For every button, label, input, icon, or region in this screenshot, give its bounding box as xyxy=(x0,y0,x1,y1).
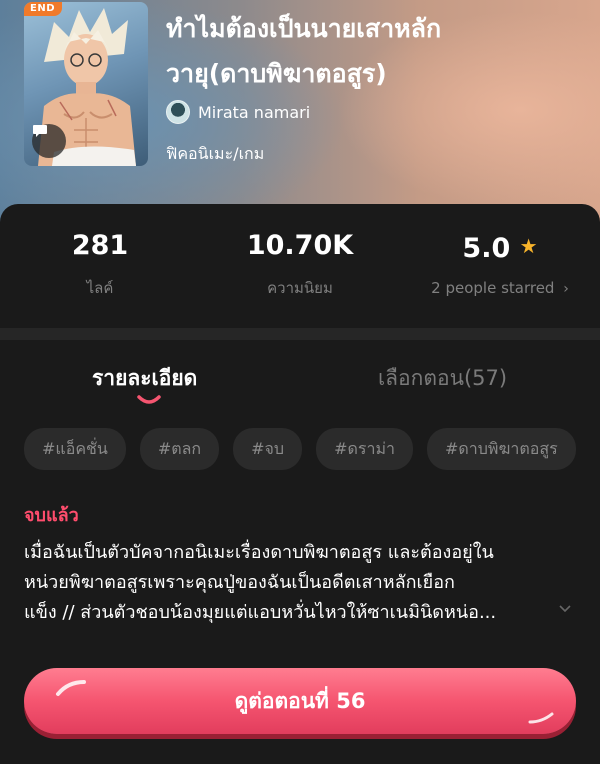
likes-label: ไลค์ xyxy=(86,279,114,297)
chat-icon xyxy=(33,125,47,137)
author-link[interactable]: Mirata namari xyxy=(166,100,310,124)
tag-list: #แอ็คชั่น #ตลก #จบ #ดราม่า #ดาบพิฆาตอสูร xyxy=(24,428,600,472)
continue-reading-button[interactable]: ดูต่อตอนที่ 56 xyxy=(24,668,576,734)
completion-status: จบแล้ว xyxy=(24,505,79,526)
end-badge: END xyxy=(24,2,63,16)
detail-panel: 281 ไลค์ 10.70K ความนิยม 5.0 ★ 2 people … xyxy=(0,204,600,764)
novel-title: ทำไมต้องเป็นนายเสาหลัก วายุ(ดาบพิฆาตอสูร… xyxy=(166,6,586,96)
chevron-down-icon xyxy=(559,605,571,613)
button-shine-decoration xyxy=(56,680,86,696)
tag-chip[interactable]: #ดราม่า xyxy=(316,428,413,470)
synopsis-line-2: หน่วยพิฆาตอสูรเพราะคุณปู่ของฉันเป็นอดีตเ… xyxy=(24,572,455,593)
author-name: Mirata namari xyxy=(198,102,311,122)
comment-bubble-button[interactable] xyxy=(32,124,66,158)
section-divider xyxy=(0,328,600,340)
tab-details[interactable]: รายละเอียด xyxy=(92,362,197,395)
genre-label[interactable]: ฟิคอนิเมะ/เกม xyxy=(166,142,264,167)
synopsis-text[interactable]: เมื่อฉันเป็นตัวบัคจากอนิเมะเรื่องดาบพิฆา… xyxy=(24,538,560,628)
novel-detail-page: END ทำไมต้องเป็นนายเสาหลัก วายุ(ดาบพิฆาต… xyxy=(0,0,600,764)
rating-value-row: 5.0 ★ xyxy=(400,228,600,267)
popularity-label: ความนิยม xyxy=(267,279,333,297)
likes-value: 281 xyxy=(71,230,129,261)
rating-label: 2 people starred xyxy=(431,279,555,297)
tag-chip[interactable]: #ตลก xyxy=(139,428,220,470)
synopsis-line-1: เมื่อฉันเป็นตัวบัคจากอนิเมะเรื่องดาบพิฆา… xyxy=(24,542,494,563)
chevron-right-icon: › xyxy=(563,281,569,297)
title-line-1: ทำไมต้องเป็นนายเสาหลัก xyxy=(166,14,442,43)
rating-label-row: 2 people starred › xyxy=(400,279,600,297)
popularity-value: 10.70K xyxy=(246,230,354,261)
button-shine-decoration xyxy=(528,712,554,724)
tag-chip[interactable]: #แอ็คชั่น xyxy=(24,428,126,470)
tag-chip[interactable]: #จบ xyxy=(233,428,303,470)
star-icon: ★ xyxy=(519,234,538,258)
tab-chapters[interactable]: เลือกตอน(57) xyxy=(378,362,507,395)
likes-stat: 281 ไลค์ xyxy=(0,228,200,300)
cover-image[interactable]: END xyxy=(24,2,148,166)
active-tab-indicator xyxy=(137,395,161,404)
expand-chevron-down-icon[interactable] xyxy=(558,602,572,618)
stats-row: 281 ไลค์ 10.70K ความนิยม 5.0 ★ 2 people … xyxy=(0,204,600,330)
rating-value: 5.0 xyxy=(462,233,511,264)
rating-stat[interactable]: 5.0 ★ 2 people starred › xyxy=(400,228,600,297)
tag-chip[interactable]: #ดาบพิฆาตอสูร xyxy=(426,428,576,470)
tab-bar: รายละเอียด เลือกตอน(57) xyxy=(0,354,600,414)
continue-reading-label: ดูต่อตอนที่ 56 xyxy=(234,688,366,713)
title-line-2: วายุ(ดาบพิฆาตอสูร) xyxy=(166,59,387,88)
synopsis-line-3: แข็ง // ส่วนตัวชอบน้องมุยแต่แอบหวั่นไหวใ… xyxy=(24,602,497,623)
popularity-stat: 10.70K ความนิยม xyxy=(200,228,400,300)
author-avatar xyxy=(166,100,190,124)
